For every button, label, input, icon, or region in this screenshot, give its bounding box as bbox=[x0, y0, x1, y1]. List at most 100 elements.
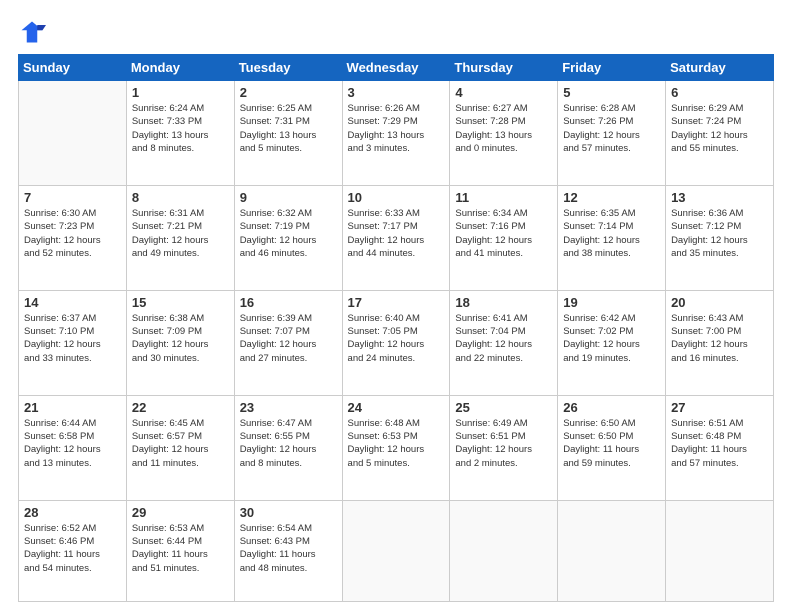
calendar-week-row: 14 Sunrise: 6:37 AMSunset: 7:10 PMDayligh… bbox=[19, 290, 774, 395]
calendar-cell bbox=[342, 500, 450, 601]
logo-icon bbox=[18, 18, 46, 46]
day-info: Sunrise: 6:45 AMSunset: 6:57 PMDaylight:… bbox=[132, 417, 229, 470]
weekday-header-friday: Friday bbox=[558, 55, 666, 81]
day-info: Sunrise: 6:27 AMSunset: 7:28 PMDaylight:… bbox=[455, 102, 552, 155]
calendar-cell: 28 Sunrise: 6:52 AMSunset: 6:46 PMDayligh… bbox=[19, 500, 127, 601]
calendar-cell: 19Sunrise: 6:42 AMSunset: 7:02 PMDayligh… bbox=[558, 290, 666, 395]
day-info: Sunrise: 6:29 AMSunset: 7:24 PMDaylight:… bbox=[671, 102, 768, 155]
day-number: 16 bbox=[240, 295, 337, 310]
day-info: Sunrise: 6:40 AMSunset: 7:05 PMDaylight:… bbox=[348, 312, 445, 365]
weekday-header-tuesday: Tuesday bbox=[234, 55, 342, 81]
calendar-cell: 12 Sunrise: 6:35 AMSunset: 7:14 PMDayligh… bbox=[558, 185, 666, 290]
day-number: 4 bbox=[455, 85, 552, 100]
calendar-cell: 7Sunrise: 6:30 AMSunset: 7:23 PMDaylight… bbox=[19, 185, 127, 290]
day-info: Sunrise: 6:41 AMSunset: 7:04 PMDaylight:… bbox=[455, 312, 552, 365]
day-info: Sunrise: 6:32 AMSunset: 7:19 PMDaylight:… bbox=[240, 207, 337, 260]
day-info: Sunrise: 6:53 AMSunset: 6:44 PMDaylight:… bbox=[132, 522, 229, 575]
day-info: Sunrise: 6:54 AMSunset: 6:43 PMDaylight:… bbox=[240, 522, 337, 575]
calendar-week-row: 7Sunrise: 6:30 AMSunset: 7:23 PMDaylight… bbox=[19, 185, 774, 290]
weekday-header-wednesday: Wednesday bbox=[342, 55, 450, 81]
weekday-header-thursday: Thursday bbox=[450, 55, 558, 81]
day-number: 2 bbox=[240, 85, 337, 100]
day-info: Sunrise: 6:26 AMSunset: 7:29 PMDaylight:… bbox=[348, 102, 445, 155]
day-info: Sunrise: 6:44 AMSunset: 6:58 PMDaylight:… bbox=[24, 417, 121, 470]
day-info: Sunrise: 6:42 AMSunset: 7:02 PMDaylight:… bbox=[563, 312, 660, 365]
day-number: 20 bbox=[671, 295, 768, 310]
day-number: 14 bbox=[24, 295, 121, 310]
header bbox=[18, 18, 774, 46]
day-number: 8 bbox=[132, 190, 229, 205]
calendar-cell: 27 Sunrise: 6:51 AMSunset: 6:48 PMDayligh… bbox=[666, 395, 774, 500]
day-number: 6 bbox=[671, 85, 768, 100]
calendar-cell bbox=[19, 81, 127, 186]
calendar-cell: 26 Sunrise: 6:50 AMSunset: 6:50 PMDayligh… bbox=[558, 395, 666, 500]
day-number: 7 bbox=[24, 190, 121, 205]
calendar-cell: 29 Sunrise: 6:53 AMSunset: 6:44 PMDayligh… bbox=[126, 500, 234, 601]
day-number: 5 bbox=[563, 85, 660, 100]
day-number: 22 bbox=[132, 400, 229, 415]
day-info: Sunrise: 6:38 AMSunset: 7:09 PMDaylight:… bbox=[132, 312, 229, 365]
weekday-header-saturday: Saturday bbox=[666, 55, 774, 81]
day-number: 21 bbox=[24, 400, 121, 415]
page: SundayMondayTuesdayWednesdayThursdayFrid… bbox=[0, 0, 792, 612]
day-info: Sunrise: 6:49 AMSunset: 6:51 PMDaylight:… bbox=[455, 417, 552, 470]
day-info: Sunrise: 6:34 AMSunset: 7:16 PMDaylight:… bbox=[455, 207, 552, 260]
calendar-cell: 8 Sunrise: 6:31 AMSunset: 7:21 PMDaylight… bbox=[126, 185, 234, 290]
calendar-cell: 10 Sunrise: 6:33 AMSunset: 7:17 PMDayligh… bbox=[342, 185, 450, 290]
day-info: Sunrise: 6:51 AMSunset: 6:48 PMDaylight:… bbox=[671, 417, 768, 470]
day-info: Sunrise: 6:28 AMSunset: 7:26 PMDaylight:… bbox=[563, 102, 660, 155]
day-info: Sunrise: 6:48 AMSunset: 6:53 PMDaylight:… bbox=[348, 417, 445, 470]
day-info: Sunrise: 6:50 AMSunset: 6:50 PMDaylight:… bbox=[563, 417, 660, 470]
calendar-cell: 3Sunrise: 6:26 AMSunset: 7:29 PMDaylight… bbox=[342, 81, 450, 186]
day-number: 28 bbox=[24, 505, 121, 520]
day-number: 23 bbox=[240, 400, 337, 415]
day-number: 9 bbox=[240, 190, 337, 205]
calendar-cell: 2 Sunrise: 6:25 AMSunset: 7:31 PMDaylight… bbox=[234, 81, 342, 186]
day-number: 10 bbox=[348, 190, 445, 205]
day-number: 17 bbox=[348, 295, 445, 310]
day-info: Sunrise: 6:36 AMSunset: 7:12 PMDaylight:… bbox=[671, 207, 768, 260]
calendar-cell: 21 Sunrise: 6:44 AMSunset: 6:58 PMDayligh… bbox=[19, 395, 127, 500]
day-number: 26 bbox=[563, 400, 660, 415]
calendar-cell: 24Sunrise: 6:48 AMSunset: 6:53 PMDayligh… bbox=[342, 395, 450, 500]
day-info: Sunrise: 6:35 AMSunset: 7:14 PMDaylight:… bbox=[563, 207, 660, 260]
day-number: 29 bbox=[132, 505, 229, 520]
calendar-cell: 6 Sunrise: 6:29 AMSunset: 7:24 PMDaylight… bbox=[666, 81, 774, 186]
calendar-cell: 25Sunrise: 6:49 AMSunset: 6:51 PMDayligh… bbox=[450, 395, 558, 500]
day-number: 27 bbox=[671, 400, 768, 415]
calendar-cell bbox=[558, 500, 666, 601]
calendar-cell: 30 Sunrise: 6:54 AMSunset: 6:43 PMDayligh… bbox=[234, 500, 342, 601]
calendar-cell bbox=[666, 500, 774, 601]
day-number: 18 bbox=[455, 295, 552, 310]
day-info: Sunrise: 6:39 AMSunset: 7:07 PMDaylight:… bbox=[240, 312, 337, 365]
calendar-cell: 20 Sunrise: 6:43 AMSunset: 7:00 PMDayligh… bbox=[666, 290, 774, 395]
weekday-header-sunday: Sunday bbox=[19, 55, 127, 81]
calendar-cell: 1 Sunrise: 6:24 AMSunset: 7:33 PMDaylight… bbox=[126, 81, 234, 186]
calendar-cell: 17 Sunrise: 6:40 AMSunset: 7:05 PMDayligh… bbox=[342, 290, 450, 395]
day-info: Sunrise: 6:37 AMSunset: 7:10 PMDaylight:… bbox=[24, 312, 121, 365]
weekday-header-row: SundayMondayTuesdayWednesdayThursdayFrid… bbox=[19, 55, 774, 81]
calendar-cell: 11Sunrise: 6:34 AMSunset: 7:16 PMDayligh… bbox=[450, 185, 558, 290]
day-info: Sunrise: 6:24 AMSunset: 7:33 PMDaylight:… bbox=[132, 102, 229, 155]
calendar-week-row: 21 Sunrise: 6:44 AMSunset: 6:58 PMDayligh… bbox=[19, 395, 774, 500]
calendar-week-row: 28 Sunrise: 6:52 AMSunset: 6:46 PMDayligh… bbox=[19, 500, 774, 601]
calendar-cell bbox=[450, 500, 558, 601]
calendar-cell: 22 Sunrise: 6:45 AMSunset: 6:57 PMDayligh… bbox=[126, 395, 234, 500]
day-number: 13 bbox=[671, 190, 768, 205]
day-info: Sunrise: 6:43 AMSunset: 7:00 PMDaylight:… bbox=[671, 312, 768, 365]
day-number: 30 bbox=[240, 505, 337, 520]
calendar-cell: 14 Sunrise: 6:37 AMSunset: 7:10 PMDayligh… bbox=[19, 290, 127, 395]
logo bbox=[18, 18, 50, 46]
day-info: Sunrise: 6:31 AMSunset: 7:21 PMDaylight:… bbox=[132, 207, 229, 260]
day-info: Sunrise: 6:52 AMSunset: 6:46 PMDaylight:… bbox=[24, 522, 121, 575]
day-info: Sunrise: 6:25 AMSunset: 7:31 PMDaylight:… bbox=[240, 102, 337, 155]
day-info: Sunrise: 6:33 AMSunset: 7:17 PMDaylight:… bbox=[348, 207, 445, 260]
calendar-table: SundayMondayTuesdayWednesdayThursdayFrid… bbox=[18, 54, 774, 602]
calendar-cell: 15Sunrise: 6:38 AMSunset: 7:09 PMDayligh… bbox=[126, 290, 234, 395]
calendar-cell: 5 Sunrise: 6:28 AMSunset: 7:26 PMDaylight… bbox=[558, 81, 666, 186]
day-number: 1 bbox=[132, 85, 229, 100]
day-info: Sunrise: 6:47 AMSunset: 6:55 PMDaylight:… bbox=[240, 417, 337, 470]
day-number: 12 bbox=[563, 190, 660, 205]
calendar-cell: 23 Sunrise: 6:47 AMSunset: 6:55 PMDayligh… bbox=[234, 395, 342, 500]
weekday-header-monday: Monday bbox=[126, 55, 234, 81]
